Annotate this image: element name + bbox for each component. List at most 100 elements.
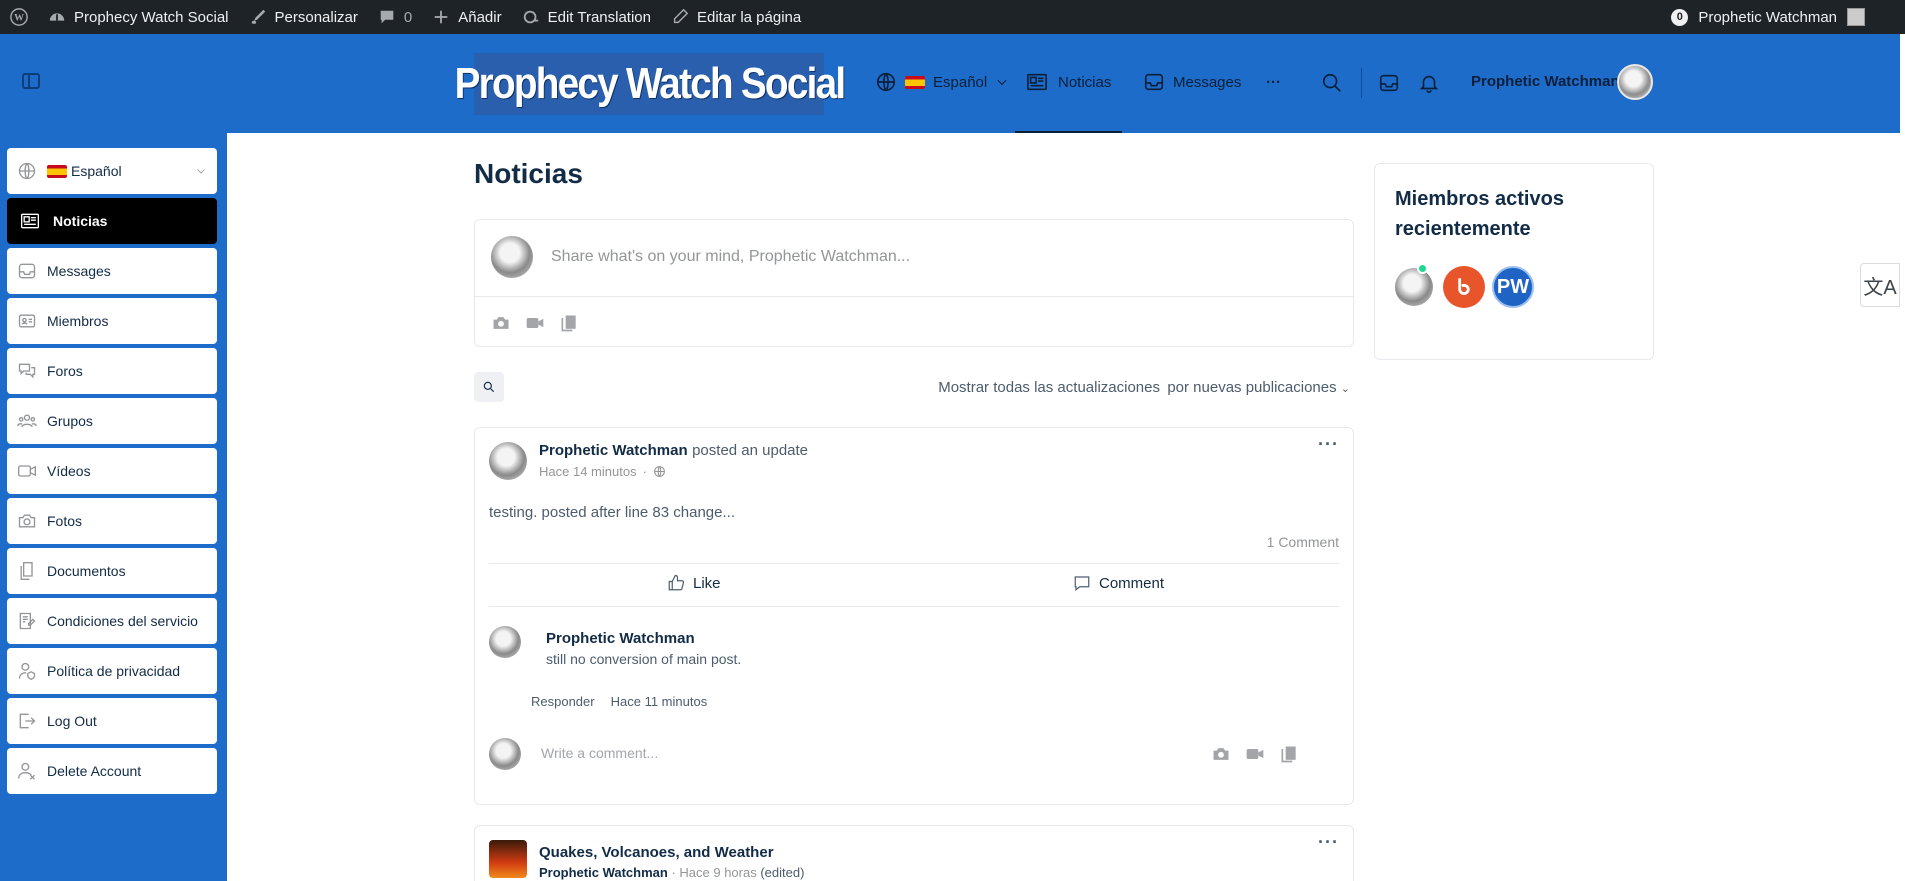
- composer-input[interactable]: Share what's on your mind, Prophetic Wat…: [551, 248, 910, 266]
- notifications-count-badge[interactable]: 0: [1671, 8, 1689, 26]
- site-name-link[interactable]: Prophecy Watch Social: [38, 0, 239, 34]
- sidebar-item-miembros[interactable]: Miembros: [7, 298, 217, 344]
- comment-author-avatar[interactable]: [489, 626, 521, 658]
- wordpress-logo-button[interactable]: W: [0, 0, 38, 34]
- sidebar-item-label: Condiciones del servicio: [47, 613, 198, 629]
- header-user-avatar[interactable]: [1617, 64, 1653, 100]
- header-inbox-button[interactable]: [1378, 72, 1400, 94]
- delete-account-icon: [18, 762, 35, 780]
- post-action-text: posted an update: [692, 442, 809, 459]
- sidebar-item-foros[interactable]: Foros: [7, 348, 217, 394]
- reply-link[interactable]: Responder: [531, 694, 595, 709]
- sidebar-item-label: Noticias: [53, 213, 108, 229]
- comment-button[interactable]: Comment: [1073, 574, 1164, 592]
- bell-icon: [1419, 75, 1439, 93]
- member-avatar[interactable]: PW: [1492, 266, 1534, 308]
- sidebar-item-label: Miembros: [47, 313, 109, 329]
- like-button[interactable]: Like: [667, 574, 721, 592]
- wordpress-icon: W: [10, 8, 28, 26]
- video-icon[interactable]: [1245, 744, 1265, 764]
- comments-count: 0: [403, 8, 413, 26]
- sidebar-menu: Español Noticias Messages Miembros Foros…: [7, 148, 217, 798]
- camera-icon[interactable]: [1211, 744, 1231, 764]
- sidebar-item-videos[interactable]: Vídeos: [7, 448, 217, 494]
- comment-time[interactable]: Hace 11 minutos: [611, 694, 708, 709]
- comment-icon: [1074, 576, 1090, 591]
- sidebar-item-label: Documentos: [47, 563, 126, 579]
- comment-media-toolbar: [1211, 744, 1299, 764]
- sidebar-item-grupos[interactable]: Grupos: [7, 398, 217, 444]
- sidebar-item-logout[interactable]: Log Out: [7, 698, 217, 744]
- post-author-avatar[interactable]: [489, 442, 527, 480]
- sidebar-toggle-button[interactable]: [22, 73, 40, 89]
- id-card-icon: [18, 314, 36, 328]
- sidebar-item-fotos[interactable]: Fotos: [7, 498, 217, 544]
- sidebar-item-noticias[interactable]: Noticias: [7, 198, 217, 244]
- sidebar-item-privacidad[interactable]: Política de privacidad: [7, 648, 217, 694]
- paintbrush-icon: [251, 9, 265, 24]
- inbox-icon: [1144, 73, 1164, 91]
- admin-user-avatar[interactable]: [1847, 8, 1865, 26]
- group-avatar[interactable]: [489, 840, 527, 878]
- header-nav-noticias[interactable]: Noticias: [1024, 62, 1111, 102]
- plus-icon: [434, 10, 448, 24]
- header-nav-messages-label: Messages: [1173, 73, 1242, 91]
- site-logo[interactable]: Prophecy Watch Social: [454, 53, 846, 115]
- header-search-button[interactable]: [1321, 72, 1343, 94]
- document-icon[interactable]: [1279, 744, 1299, 764]
- sidebar-item-label: Delete Account: [47, 763, 142, 779]
- add-new-link[interactable]: Añadir: [422, 0, 511, 34]
- site-name-label: Prophecy Watch Social: [74, 8, 229, 26]
- video-icon[interactable]: [525, 313, 545, 333]
- chat-bubbles-icon: [18, 363, 36, 379]
- post-composer[interactable]: Share what's on your mind, Prophetic Wat…: [474, 219, 1354, 347]
- sidebar-item-delete-account[interactable]: Delete Account: [7, 748, 217, 794]
- terms-icon: [19, 612, 36, 630]
- sidebar-item-condiciones[interactable]: Condiciones del servicio: [7, 598, 217, 644]
- video-icon: [18, 465, 36, 477]
- comment-count-link[interactable]: 1 Comment: [1267, 534, 1339, 550]
- customize-link[interactable]: Personalizar: [239, 0, 368, 34]
- sidebar-item-messages[interactable]: Messages: [7, 248, 217, 294]
- active-nav-indicator: [1015, 131, 1122, 133]
- post-time[interactable]: Hace 14 minutos: [539, 464, 637, 479]
- post-author-link[interactable]: Prophetic Watchman: [539, 865, 668, 880]
- member-avatar[interactable]: [1395, 268, 1433, 306]
- document-icon: [20, 562, 33, 580]
- comments-link[interactable]: 0: [368, 0, 422, 34]
- post-options-button[interactable]: ···: [1318, 434, 1339, 455]
- comment-input[interactable]: Write a comment...: [541, 745, 658, 761]
- comment-text: still no conversion of main post.: [546, 651, 742, 667]
- edit-translation-link[interactable]: Edit Translation: [512, 0, 661, 34]
- post-time[interactable]: · Hace 9 horas: [671, 865, 756, 880]
- edit-page-link[interactable]: Editar la página: [661, 0, 811, 34]
- newspaper-icon: [1027, 73, 1047, 91]
- globe-icon: [876, 72, 896, 92]
- post-body-text: testing. posted after line 83 change...: [489, 504, 735, 521]
- header-user-name[interactable]: Prophetic Watchman: [1471, 73, 1620, 90]
- sidebar-item-documentos[interactable]: Documentos: [7, 548, 217, 594]
- like-label: Like: [693, 574, 721, 592]
- post-author-link[interactable]: Prophetic Watchman: [539, 442, 688, 459]
- post-options-button[interactable]: ···: [1318, 832, 1339, 853]
- thumbs-up-icon: [668, 574, 685, 591]
- header-notifications-button[interactable]: [1418, 72, 1440, 94]
- member-avatar[interactable]: [1443, 266, 1485, 308]
- document-icon[interactable]: [559, 313, 579, 333]
- spain-flag-icon: [47, 164, 67, 178]
- header-more-button[interactable]: ···: [1266, 62, 1281, 102]
- comment-icon: [380, 10, 394, 24]
- header-language-switcher[interactable]: Español: [875, 62, 1009, 102]
- logout-icon: [19, 713, 36, 729]
- activity-search-button[interactable]: [474, 372, 504, 402]
- comment-form-avatar: [489, 738, 521, 770]
- admin-user-name[interactable]: Prophetic Watchman: [1698, 9, 1837, 26]
- filter-order-select[interactable]: por nuevas publicaciones ⌄: [1167, 379, 1350, 396]
- member-initials: PW: [1496, 275, 1530, 298]
- comment-author-link[interactable]: Prophetic Watchman: [546, 630, 741, 647]
- camera-icon[interactable]: [491, 313, 511, 333]
- translate-floating-button[interactable]: 文A: [1860, 263, 1900, 307]
- group-name-link[interactable]: Quakes, Volcanoes, and Weather: [539, 844, 804, 861]
- sidebar-language-switcher[interactable]: Español: [7, 148, 217, 194]
- header-nav-messages[interactable]: Messages: [1143, 62, 1241, 102]
